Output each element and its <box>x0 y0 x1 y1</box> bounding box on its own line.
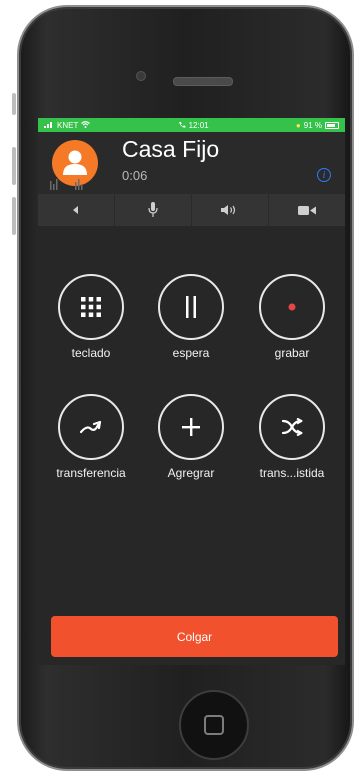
video-button[interactable] <box>269 194 345 226</box>
record-icon <box>288 303 296 311</box>
keypad-label: teclado <box>71 346 111 360</box>
location-icon: ● <box>295 120 301 130</box>
keypad-icon <box>81 297 101 317</box>
assisted-transfer-icon <box>281 418 303 436</box>
person-icon <box>63 150 87 175</box>
triangle-left-icon <box>73 206 78 214</box>
mute-button[interactable] <box>115 194 192 226</box>
plus-icon <box>182 418 200 436</box>
transfer-circle <box>58 394 124 460</box>
call-header: Casa Fijo 0:06 i <box>38 132 345 194</box>
battery-icon <box>324 121 339 129</box>
status-time: 12:01 <box>188 120 209 130</box>
assisted-transfer-circle <box>259 394 325 460</box>
status-bar: KNET 12:01 ● 91 % <box>38 118 345 132</box>
wifi-icon <box>81 120 91 130</box>
front-camera <box>136 71 146 81</box>
home-button[interactable] <box>179 690 249 760</box>
call-toolbar <box>38 194 345 226</box>
hold-button[interactable]: espera <box>151 274 231 360</box>
pause-icon <box>186 296 196 318</box>
hangup-button[interactable]: Colgar <box>51 616 338 657</box>
carrier-name: KNET <box>57 120 79 130</box>
add-call-label: Agregrar <box>167 466 215 480</box>
back-button[interactable] <box>38 194 115 226</box>
keypad-button[interactable]: teclado <box>51 274 131 360</box>
call-duration: 0:06 <box>122 168 148 183</box>
keypad-circle <box>58 274 124 340</box>
microphone-icon <box>148 202 158 217</box>
record-label: grabar <box>274 346 310 360</box>
speaker-button[interactable] <box>192 194 269 226</box>
assisted-transfer-button[interactable]: trans...istida <box>252 394 332 480</box>
add-call-circle <box>158 394 224 460</box>
volume-up-button <box>12 147 16 185</box>
battery-percent: 91 % <box>303 120 322 130</box>
add-call-button[interactable]: Agregrar <box>151 394 231 480</box>
phone-screen: KNET 12:01 ● 91 % Casa Fijo 0:06 i tecla… <box>38 118 345 665</box>
audio-level-icon <box>50 179 83 190</box>
record-button[interactable]: grabar <box>252 274 332 360</box>
info-icon[interactable]: i <box>317 168 331 182</box>
assisted-transfer-label: trans...istida <box>259 466 325 480</box>
call-active-icon <box>178 121 186 130</box>
silent-switch <box>12 93 16 115</box>
contact-name: Casa Fijo <box>122 136 220 162</box>
transfer-button[interactable]: transferencia <box>51 394 131 480</box>
transfer-label: transferencia <box>56 466 126 480</box>
record-circle <box>259 274 325 340</box>
video-camera-icon <box>298 205 316 215</box>
signal-icon <box>44 121 54 130</box>
earpiece <box>173 77 233 86</box>
speaker-icon <box>221 205 236 215</box>
transfer-icon <box>79 420 102 434</box>
hold-label: espera <box>172 346 210 360</box>
hold-circle <box>158 274 224 340</box>
volume-down-button <box>12 197 16 235</box>
home-button-icon <box>204 715 224 735</box>
